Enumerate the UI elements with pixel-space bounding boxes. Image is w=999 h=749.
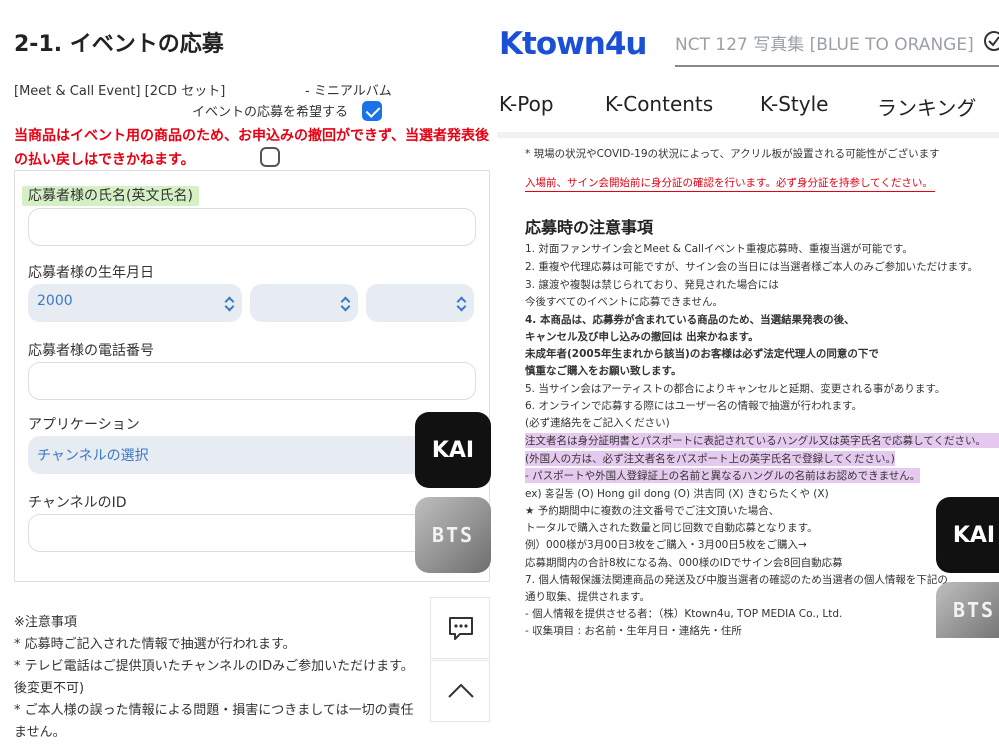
notice-line: 今後すべてのイベントに応募できません。 — [525, 296, 724, 308]
birth-day-select[interactable] — [366, 284, 474, 322]
notice-line: - 個人情報を提供させる者：（株）Ktown4u, TOP MEDIA Co.,… — [525, 608, 843, 620]
bts-floating-button[interactable]: BTS — [936, 582, 999, 638]
scroll-top-button[interactable] — [430, 660, 490, 722]
name-input[interactable] — [28, 208, 476, 246]
notice-line: (必ず連絡先をご記入ください) — [525, 417, 670, 429]
nav-kpop[interactable]: K-Pop — [499, 92, 554, 116]
kai-floating-button[interactable]: KAI — [415, 412, 491, 488]
notice-line: 未成年者(2005年生まれから該当)のお客様は必ず法定代理人の同意の下で — [525, 348, 879, 360]
note-line: * テレビ電話はご提供頂いたチャンネルのIDみご参加いただけます。 — [14, 659, 414, 674]
notice-line: 6. オンラインで応募する際にはユーザー名の情報で抽選が行われます。 — [525, 400, 863, 412]
ktown4u-page: Ktown4u NCT 127 写真集 [BLUE TO ORANGE] K-P… — [497, 0, 999, 749]
birth-label: 応募者様の生年月日 — [28, 265, 154, 281]
app-select[interactable]: チャンネルの選択 — [28, 436, 476, 474]
event-application-panel: 2-1. イベントの応募 [Meet & Call Event] [2CD セッ… — [0, 0, 497, 749]
chevron-updown-icon — [341, 297, 349, 309]
notice-line-highlight: 注文者名は身分証明書とパスポートに表記されているハングル又は英字氏名で応募してく… — [525, 433, 999, 448]
notice-line: ★ 予約期間中に複数の注文番号でご注文頂いた場合、 — [525, 505, 780, 517]
app-select-value: チャンネルの選択 — [37, 448, 149, 464]
birth-year-select[interactable]: 2000 — [28, 284, 242, 322]
id-check-notice: 入場前、サイン会開始前に身分証の確認を行います。必ず身分証を持参してください。 — [525, 177, 933, 189]
notes: ※注意事項 * 応募時ご記入された情報で抽選が行われます。 * テレビ電話はご提… — [14, 612, 484, 744]
notice-line: 通り取集、提供されます。 — [525, 591, 650, 603]
chevron-up-icon — [448, 683, 474, 698]
notice-line: 7. 個人情報保護法関連商品の発送及び中腹当選者の確認のため当選者の個人情報を下… — [525, 574, 948, 586]
name-label-text: 応募者様の氏名(英文氏名) — [22, 186, 199, 206]
warning-message: 当商品はイベント用の商品のため、お申込みの撤回ができず、当選者発表後の払い戻しは… — [14, 128, 490, 168]
nav-kcontents[interactable]: K-Contents — [605, 92, 713, 116]
ktown4u-logo[interactable]: Ktown4u — [499, 26, 647, 62]
channel-id-label: チャンネルのID — [28, 495, 127, 511]
notice-title: 応募時の注意事項 — [525, 218, 654, 237]
wish-label: イベントの応募を希望する — [192, 105, 349, 120]
search-input[interactable]: NCT 127 写真集 [BLUE TO ORANGE] — [675, 30, 999, 55]
birth-month-select[interactable] — [250, 284, 358, 322]
phone-label: 応募者様の電話番号 — [28, 343, 154, 359]
notice-line: キャンセル及び申し込みの撤回は 出来かねます。 — [525, 331, 759, 343]
notice-line: 5. 当サイン会はアーティストの都合によりキャンセルと延期、変更される事がありま… — [525, 383, 946, 395]
phone-input[interactable] — [28, 362, 476, 400]
notice-line: 1. 対面ファンサイン会とMeet & Callイベント重複応募時、重複当選が可… — [525, 243, 913, 255]
red-underline — [525, 191, 935, 192]
notice-line: ex) 홍길동 (O) Hong gil dong (O) 洪吉同 (X) きむ… — [525, 488, 829, 500]
notice-line-highlight: - パスポートや外国人登録証上の名前と異なるハングルの名前はお認めできません。 — [525, 468, 921, 483]
nav-ranking[interactable]: ランキング — [877, 92, 976, 121]
chevron-updown-icon — [457, 297, 465, 309]
note-line: * ご本人様の誤った情報による問題・損害につきましては一切の責任 — [14, 703, 414, 718]
chat-icon — [449, 617, 473, 640]
notice-line-highlight: (外国人の方は、必ず注文者名をパスポート上の英字氏名で登録してください。) — [525, 451, 895, 466]
agree-checkbox[interactable] — [260, 147, 280, 167]
nav-kstyle[interactable]: K-Style — [760, 92, 828, 116]
note-line: 後変更不可) — [14, 681, 85, 696]
chevron-updown-icon — [225, 297, 233, 309]
notice-line: 慎重なご購入をお願い致します。 — [525, 365, 682, 377]
clear-icon[interactable] — [983, 30, 999, 52]
search-underline — [675, 65, 999, 67]
intro-line: * 現場の状況やCOVID-19の状況によって、アクリル板が設置される可能性がご… — [525, 148, 940, 160]
notice-line: 2. 重複や代理応募は可能ですが、サイン会の当日には当選者様ご本人のみご参加いた… — [525, 261, 979, 273]
product-subtitle: - ミニアルバム — [305, 84, 392, 99]
product-line: [Meet & Call Event] [2CD セット] — [14, 84, 226, 99]
section-title: 2-1. イベントの応募 — [14, 32, 224, 57]
warning-text: 当商品はイベント用の商品のため、お申込みの撤回ができず、当選者発表後の払い戻しは… — [14, 124, 494, 172]
notice-line: 例）000様が3月00日3枚をご購入・3月00日5枚をご購入→ — [525, 539, 807, 551]
note-line: ません。 — [14, 725, 66, 740]
bts-floating-button[interactable]: BTS — [415, 497, 491, 573]
notice-line: 応募期間内の合計8枚になる為、000様のIDでサイン会8回自動応募 — [525, 557, 843, 569]
app-label: アプリケーション — [28, 417, 140, 433]
note-line: * 応募時ご記入された情報で抽選が行われます。 — [14, 637, 296, 652]
notice-line: トータルで購入された数量と同じ回数で自動応募となります。 — [525, 522, 818, 534]
note-line: ※注意事項 — [14, 615, 77, 630]
kai-floating-button[interactable]: KAI — [936, 497, 999, 573]
birth-year-value: 2000 — [37, 293, 73, 309]
notice-line: - 収集項目 : お名前・生年月日・連絡先・住所 — [525, 625, 742, 637]
wish-checkbox[interactable] — [362, 101, 382, 121]
name-label: 応募者様の氏名(英文氏名) — [22, 185, 199, 206]
chat-button[interactable] — [430, 597, 490, 659]
channel-id-input[interactable] — [28, 514, 476, 552]
notice-line: 4. 本商品は、応募券が含まれている商品のため、当選結果発表の後、 — [525, 314, 855, 326]
notice-line: 3. 譲渡や複製は禁じられており、発見された場合には — [525, 279, 779, 291]
nav-divider — [497, 132, 999, 138]
